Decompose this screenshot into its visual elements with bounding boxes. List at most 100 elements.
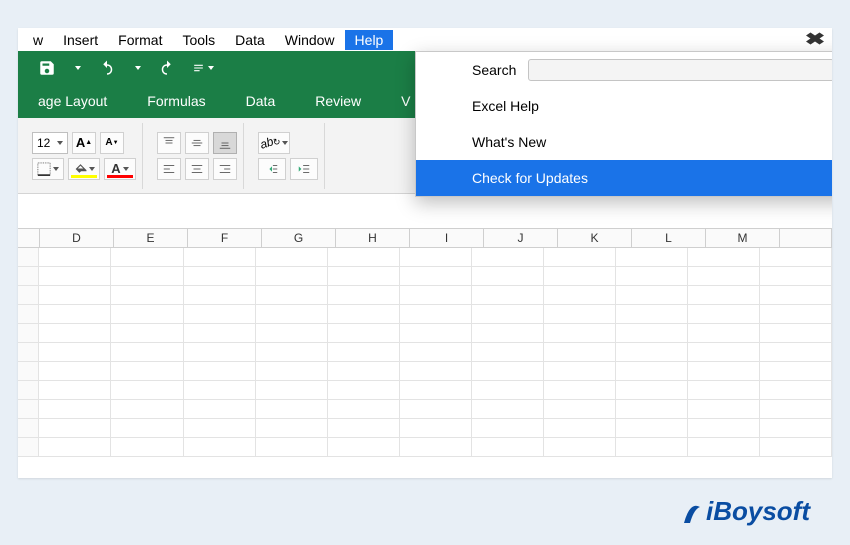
align-right-button[interactable] — [213, 158, 237, 180]
cell[interactable] — [544, 324, 616, 342]
cell[interactable] — [256, 343, 328, 361]
menu-format[interactable]: Format — [108, 30, 172, 50]
cell[interactable] — [688, 381, 760, 399]
cell[interactable] — [328, 362, 400, 380]
cell[interactable] — [256, 419, 328, 437]
save-dropdown-icon[interactable] — [75, 66, 81, 70]
cell[interactable] — [688, 305, 760, 323]
cell[interactable] — [472, 267, 544, 285]
cell[interactable] — [400, 286, 472, 304]
cell[interactable] — [184, 286, 256, 304]
cell[interactable] — [544, 343, 616, 361]
cell[interactable] — [472, 305, 544, 323]
cell[interactable] — [400, 381, 472, 399]
cell[interactable] — [472, 324, 544, 342]
cell[interactable] — [328, 324, 400, 342]
cell[interactable] — [760, 267, 832, 285]
cell[interactable] — [256, 305, 328, 323]
cell[interactable] — [472, 438, 544, 456]
cell[interactable] — [256, 286, 328, 304]
orientation-button[interactable]: ab↻ — [258, 132, 290, 154]
col-header[interactable]: I — [410, 228, 484, 247]
cell[interactable] — [256, 438, 328, 456]
help-item-check-updates[interactable]: Check for Updates — [416, 160, 832, 196]
cell[interactable] — [111, 248, 183, 266]
help-search-input[interactable] — [528, 59, 832, 81]
undo-button[interactable] — [96, 57, 118, 79]
cell[interactable] — [328, 381, 400, 399]
align-top-button[interactable] — [157, 132, 181, 154]
cell[interactable] — [544, 305, 616, 323]
cell[interactable] — [616, 343, 688, 361]
cell[interactable] — [472, 343, 544, 361]
cell[interactable] — [111, 343, 183, 361]
tab-data[interactable]: Data — [226, 84, 296, 118]
cell[interactable] — [184, 324, 256, 342]
cell[interactable] — [111, 286, 183, 304]
cell[interactable] — [184, 419, 256, 437]
grow-font-button[interactable]: A▲ — [72, 132, 96, 154]
cell[interactable] — [544, 286, 616, 304]
cell[interactable] — [39, 248, 111, 266]
menu-tools[interactable]: Tools — [172, 30, 225, 50]
cell[interactable] — [184, 305, 256, 323]
menu-help[interactable]: Help — [345, 30, 394, 50]
menu-insert[interactable]: Insert — [53, 30, 108, 50]
cell[interactable] — [39, 286, 111, 304]
cell[interactable] — [184, 400, 256, 418]
cell[interactable] — [616, 324, 688, 342]
grid[interactable] — [18, 248, 832, 457]
cell[interactable] — [111, 400, 183, 418]
cell[interactable] — [111, 324, 183, 342]
spreadsheet[interactable]: D E F G H I J K L M — [18, 194, 832, 478]
cell[interactable] — [544, 438, 616, 456]
cell[interactable] — [256, 362, 328, 380]
shrink-font-button[interactable]: A▼ — [100, 132, 124, 154]
borders-button[interactable] — [32, 158, 64, 180]
cell[interactable] — [760, 343, 832, 361]
cell[interactable] — [39, 324, 111, 342]
cell[interactable] — [328, 305, 400, 323]
cell[interactable] — [184, 343, 256, 361]
cell[interactable] — [616, 400, 688, 418]
col-header[interactable]: L — [632, 228, 706, 247]
cell[interactable] — [760, 381, 832, 399]
cell[interactable] — [256, 248, 328, 266]
cell[interactable] — [472, 286, 544, 304]
cell[interactable] — [544, 381, 616, 399]
cell[interactable] — [760, 438, 832, 456]
cell[interactable] — [400, 438, 472, 456]
cell[interactable] — [688, 286, 760, 304]
col-header[interactable]: M — [706, 228, 780, 247]
cell[interactable] — [616, 419, 688, 437]
cell[interactable] — [760, 305, 832, 323]
cell[interactable] — [472, 381, 544, 399]
cell[interactable] — [544, 419, 616, 437]
cell[interactable] — [400, 419, 472, 437]
menu-view-partial[interactable]: w — [23, 30, 53, 50]
save-button[interactable] — [36, 57, 58, 79]
col-header[interactable]: D — [40, 228, 114, 247]
increase-indent-button[interactable] — [290, 158, 318, 180]
cell[interactable] — [616, 305, 688, 323]
help-item-whats-new[interactable]: What's New — [416, 124, 832, 160]
cell[interactable] — [616, 286, 688, 304]
cell[interactable] — [688, 343, 760, 361]
cell[interactable] — [328, 438, 400, 456]
cell[interactable] — [111, 362, 183, 380]
cell[interactable] — [760, 400, 832, 418]
cell[interactable] — [760, 362, 832, 380]
cell[interactable] — [184, 362, 256, 380]
cell[interactable] — [544, 362, 616, 380]
font-color-button[interactable]: A — [104, 158, 136, 180]
col-header[interactable]: G — [262, 228, 336, 247]
cell[interactable] — [472, 248, 544, 266]
cell[interactable] — [760, 419, 832, 437]
cell[interactable] — [760, 286, 832, 304]
cell[interactable] — [256, 267, 328, 285]
cell[interactable] — [39, 305, 111, 323]
cell[interactable] — [688, 248, 760, 266]
undo-dropdown-icon[interactable] — [135, 66, 141, 70]
cell[interactable] — [400, 248, 472, 266]
cell[interactable] — [472, 419, 544, 437]
